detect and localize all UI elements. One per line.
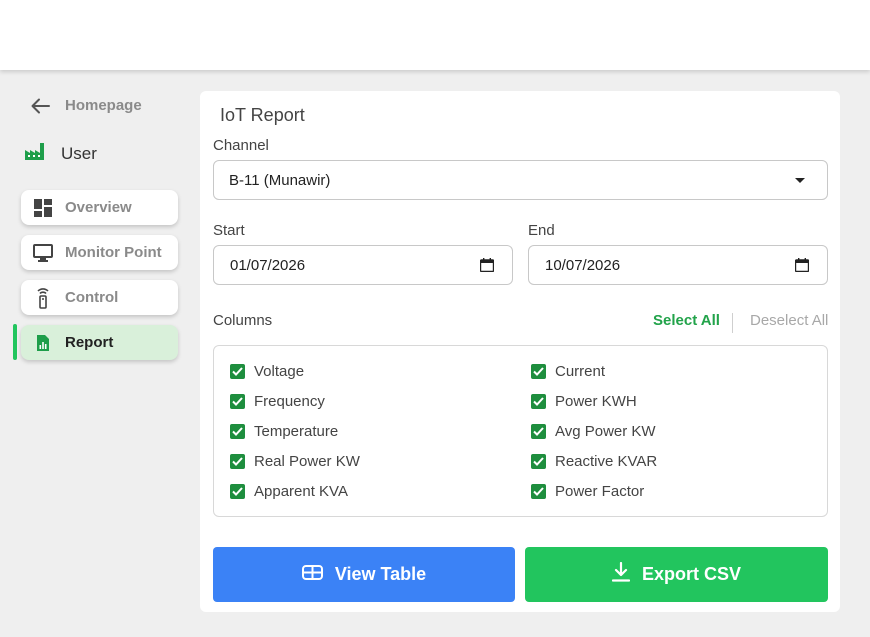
column-checkbox-real-power-kw[interactable]: Real Power KW: [230, 453, 360, 470]
report-panel: IoT Report Channel B-11 (Munawir) Start …: [200, 91, 840, 612]
column-label: Avg Power KW: [555, 423, 656, 440]
calendar-icon[interactable]: [794, 258, 810, 276]
checkbox-checked-icon[interactable]: [230, 364, 245, 379]
checkbox-checked-icon[interactable]: [531, 364, 546, 379]
user-label: User: [61, 143, 97, 163]
table-icon: [301, 564, 323, 585]
calendar-icon[interactable]: [479, 258, 495, 276]
sidebar-item-label: Control: [65, 289, 119, 306]
download-icon: [611, 561, 631, 587]
sidebar-item-report[interactable]: Report: [21, 325, 178, 360]
dropdown-caret-icon: [795, 178, 805, 183]
checkbox-checked-icon[interactable]: [531, 454, 546, 469]
select-all-button[interactable]: Select All: [653, 312, 720, 329]
end-date-value: 10/07/2026: [545, 256, 621, 274]
columns-checklist: Voltage Current Frequency Power KWH Temp…: [213, 345, 828, 517]
sidebar-item-control[interactable]: Control: [21, 280, 178, 315]
remote-control-icon: [21, 287, 65, 309]
channel-label: Channel: [213, 137, 269, 154]
column-label: Reactive KVAR: [555, 453, 658, 470]
homepage-label: Homepage: [65, 97, 142, 114]
checkbox-checked-icon[interactable]: [230, 424, 245, 439]
column-checkbox-reactive-kvar[interactable]: Reactive KVAR: [531, 453, 657, 470]
column-checkbox-apparent-kva[interactable]: Apparent KVA: [230, 483, 348, 500]
checkbox-checked-icon[interactable]: [230, 454, 245, 469]
dashboard-icon: [21, 198, 65, 217]
checkbox-checked-icon[interactable]: [230, 484, 245, 499]
factory-icon: [24, 141, 46, 166]
start-label: Start: [213, 222, 245, 239]
column-checkbox-voltage[interactable]: Voltage: [230, 363, 304, 380]
column-label: Current: [555, 363, 606, 380]
column-checkbox-frequency[interactable]: Frequency: [230, 393, 325, 410]
divider: [732, 313, 733, 333]
column-label: Real Power KW: [254, 453, 360, 470]
sidebar-item-label: Overview: [65, 199, 132, 216]
column-checkbox-power-kwh[interactable]: Power KWH: [531, 393, 637, 410]
export-csv-button[interactable]: Export CSV: [525, 547, 828, 602]
column-label: Power KWH: [555, 393, 637, 410]
checkbox-checked-icon[interactable]: [531, 424, 546, 439]
active-indicator: [13, 324, 17, 360]
column-checkbox-power-factor[interactable]: Power Factor: [531, 483, 644, 500]
sidebar-item-label: Monitor Point: [65, 244, 162, 261]
deselect-all-button[interactable]: Deselect All: [750, 312, 828, 329]
sidebar-item-overview[interactable]: Overview: [21, 190, 178, 225]
sidebar-item-label: Report: [65, 334, 114, 351]
start-date-value: 01/07/2026: [230, 256, 306, 274]
export-csv-label: Export CSV: [641, 564, 742, 584]
end-label: End: [528, 222, 555, 239]
top-header-bar: [0, 0, 870, 70]
channel-select[interactable]: B-11 (Munawir): [213, 160, 828, 200]
checkbox-checked-icon[interactable]: [531, 394, 546, 409]
column-label: Voltage: [254, 363, 305, 380]
column-checkbox-temperature[interactable]: Temperature: [230, 423, 338, 440]
end-date-input[interactable]: 10/07/2026: [528, 245, 828, 285]
column-label: Apparent KVA: [254, 483, 348, 500]
column-label: Temperature: [254, 423, 339, 440]
column-checkbox-avg-power-kw[interactable]: Avg Power KW: [531, 423, 656, 440]
column-label: Frequency: [254, 393, 325, 410]
arrow-left-icon: [31, 98, 50, 114]
column-label: Power Factor: [555, 483, 645, 500]
homepage-link[interactable]: Homepage: [31, 97, 142, 114]
checkbox-checked-icon[interactable]: [230, 394, 245, 409]
column-checkbox-current[interactable]: Current: [531, 363, 605, 380]
report-chart-icon: [21, 334, 65, 352]
page-title: IoT Report: [220, 105, 305, 125]
channel-value: B-11 (Munawir): [229, 171, 331, 189]
user-section: User: [24, 141, 97, 166]
view-table-label: View Table: [334, 564, 427, 584]
view-table-button[interactable]: View Table: [213, 547, 515, 602]
monitor-icon: [21, 243, 65, 262]
start-date-input[interactable]: 01/07/2026: [213, 245, 513, 285]
checkbox-checked-icon[interactable]: [531, 484, 546, 499]
columns-label: Columns: [213, 312, 273, 329]
sidebar-item-monitor-point[interactable]: Monitor Point: [21, 235, 178, 270]
